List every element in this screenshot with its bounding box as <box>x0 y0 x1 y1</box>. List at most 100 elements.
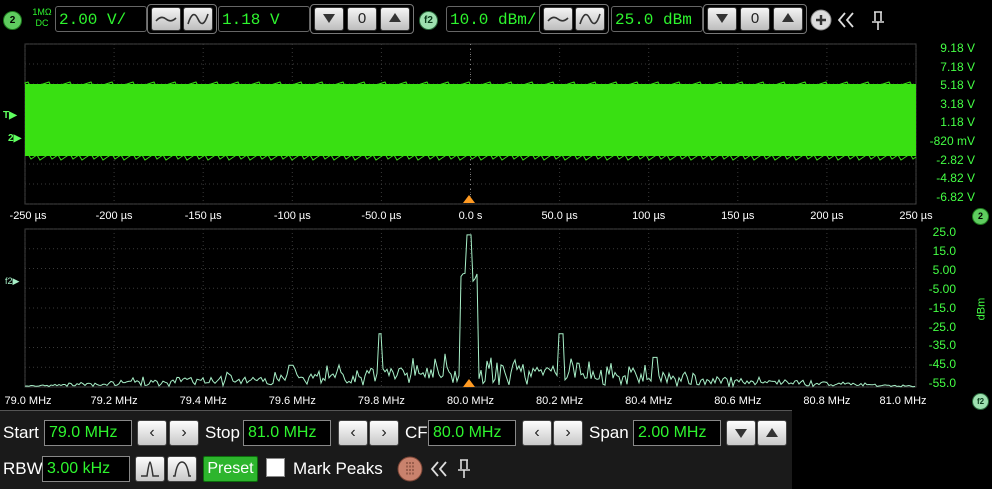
spectrum-x-tick-label: 80.8 MHz <box>803 395 851 407</box>
channel-2-ground-marker[interactable]: 2▶ <box>8 133 21 144</box>
span-down-button[interactable] <box>726 420 756 446</box>
f2-scale-decrease-button[interactable] <box>543 7 573 31</box>
time-y-tick-label: 7.18 V <box>940 59 975 74</box>
f2-offset-reset-button[interactable]: 0 <box>740 7 770 31</box>
f2-reference-marker[interactable]: f2▶ <box>5 276 19 287</box>
stop-frequency-field[interactable]: 81.0 MHz <box>243 420 331 446</box>
scale-increase-button[interactable] <box>183 7 213 31</box>
scale-decrease-button[interactable] <box>151 7 181 31</box>
offset-reset-button[interactable]: 0 <box>347 7 377 31</box>
triangle-up-icon <box>389 13 401 22</box>
spectrum-x-tick-label: 79.2 MHz <box>90 395 138 407</box>
sine-tall-icon <box>187 13 209 25</box>
coupling-indicator[interactable]: 1MΩ DC <box>30 7 54 29</box>
time-x-tick-label: -100 µs <box>273 210 311 222</box>
offset-down-button[interactable] <box>314 7 344 31</box>
spectrum-plot[interactable] <box>0 225 992 395</box>
stop-decrease-button[interactable]: ‹ <box>338 420 368 446</box>
ch2-scale-field[interactable]: 2.00 V/ <box>55 6 147 32</box>
time-y-tick-label: 9.18 V <box>940 41 975 55</box>
rbw-narrow-button[interactable] <box>135 456 165 482</box>
channel-2-badge[interactable]: 2 <box>3 11 22 30</box>
spectrum-y-tick-label: -45.0 <box>928 357 956 372</box>
spectrum-x-tick-label: 80.4 MHz <box>625 395 673 407</box>
start-label: Start <box>3 423 39 442</box>
spectrum-y-tick-label: -5.00 <box>928 281 956 296</box>
channel-toolbar: 2 1MΩ DC 2.00 V/ 1.18 V 0 f2 10.0 dBm/ 2… <box>0 0 992 40</box>
fft-control-panel: Start 79.0 MHz ‹ › Stop 81.0 MHz ‹ › CF … <box>0 410 792 489</box>
triangle-down-icon <box>735 429 747 438</box>
f2-badge[interactable]: f2 <box>419 11 438 30</box>
narrow-bandwidth-icon <box>141 461 159 477</box>
span-label: Span <box>589 423 629 442</box>
spectrum-x-tick-label: 81.0 MHz <box>879 395 927 407</box>
double-chevron-left-icon[interactable] <box>836 10 856 30</box>
spectrum-badge[interactable]: f2 <box>972 393 989 410</box>
f2-scale-buttons <box>539 4 609 34</box>
time-x-tick-label: -50.0 µs <box>361 210 402 222</box>
time-y-tick-label: -4.82 V <box>936 171 975 186</box>
spectrum-y-tick-label: 25.0 <box>932 225 956 239</box>
spectrum-y-tick-label: -15.0 <box>928 300 956 315</box>
sine-flat-icon <box>547 16 569 22</box>
cf-label: CF <box>405 423 428 442</box>
time-y-tick-label: 5.18 V <box>940 78 975 93</box>
drag-handle-icon[interactable] <box>397 456 423 482</box>
cf-decrease-button[interactable]: ‹ <box>522 420 552 446</box>
spectrum-y-tick-label: -35.0 <box>928 338 956 353</box>
sine-tall-icon <box>579 13 601 25</box>
triangle-down-icon <box>716 14 728 23</box>
f2-offset-field[interactable]: 25.0 dBm <box>611 6 703 32</box>
trigger-level-marker[interactable]: T▶ <box>3 110 17 121</box>
mark-peaks-checkbox[interactable] <box>266 458 285 477</box>
f2-offset-buttons: 0 <box>703 4 807 34</box>
f2-scale-field[interactable]: 10.0 dBm/ <box>446 6 541 32</box>
time-y-tick-label: -2.82 V <box>936 152 975 167</box>
spectrum-y-tick-label: 5.00 <box>932 262 956 277</box>
time-x-tick-label: 50.0 µs <box>541 210 578 222</box>
coupling-label: DC <box>35 18 49 28</box>
center-frequency-field[interactable]: 80.0 MHz <box>428 420 516 446</box>
time-y-tick-label: -6.82 V <box>936 189 975 204</box>
pin-icon[interactable] <box>457 457 471 479</box>
spectrum-x-tick-label: 79.4 MHz <box>179 395 227 407</box>
time-x-tick-label: 0.0 s <box>458 210 483 222</box>
wide-bandwidth-icon <box>173 461 191 477</box>
spectrum-y-tick-label: -25.0 <box>928 319 956 334</box>
rbw-field[interactable]: 3.00 kHz <box>42 456 130 482</box>
spectrum-x-tick-label: 80.6 MHz <box>714 395 762 407</box>
spectrum-x-tick-label: 79.8 MHz <box>357 395 405 407</box>
time-x-tick-label: 150 µs <box>721 210 755 222</box>
f2-scale-increase-button[interactable] <box>575 7 605 31</box>
span-up-button[interactable] <box>757 420 787 446</box>
time-x-tick-label: 250 µs <box>899 210 933 222</box>
spectrum-x-tick-label: 80.0 MHz <box>446 395 495 407</box>
f2-offset-up-button[interactable] <box>773 7 803 31</box>
stop-increase-button[interactable]: › <box>369 420 399 446</box>
ch2-scale-buttons <box>147 4 217 34</box>
time-waveform-plot[interactable] <box>0 40 992 210</box>
rbw-wide-button[interactable] <box>167 456 197 482</box>
impedance-label: 1MΩ <box>32 7 52 17</box>
span-field[interactable]: 2.00 MHz <box>633 420 721 446</box>
spectrum-x-tick-label: 80.2 MHz <box>536 395 584 407</box>
cf-increase-button[interactable]: › <box>553 420 583 446</box>
spectrum-x-tick-label: 79.0 MHz <box>4 395 52 407</box>
start-increase-button[interactable]: › <box>169 420 199 446</box>
f2-offset-down-button[interactable] <box>707 7 737 31</box>
ch2-offset-buttons: 0 <box>310 4 414 34</box>
time-x-tick-label: -250 µs <box>9 210 47 222</box>
rbw-label: RBW <box>3 459 43 478</box>
pin-icon[interactable] <box>870 9 886 31</box>
ch2-offset-field[interactable]: 1.18 V <box>218 6 310 32</box>
plus-circle-icon[interactable] <box>810 9 832 31</box>
start-decrease-button[interactable]: ‹ <box>137 420 167 446</box>
triangle-up-icon <box>782 13 794 22</box>
preset-button[interactable]: Preset <box>203 456 258 482</box>
time-plot-channel-badge[interactable]: 2 <box>972 208 989 225</box>
spectrum-x-tick-label: 79.6 MHz <box>268 395 316 407</box>
offset-up-button[interactable] <box>380 7 410 31</box>
double-chevron-left-icon[interactable] <box>429 459 449 479</box>
start-frequency-field[interactable]: 79.0 MHz <box>44 420 132 446</box>
time-y-tick-label: 1.18 V <box>940 115 975 130</box>
